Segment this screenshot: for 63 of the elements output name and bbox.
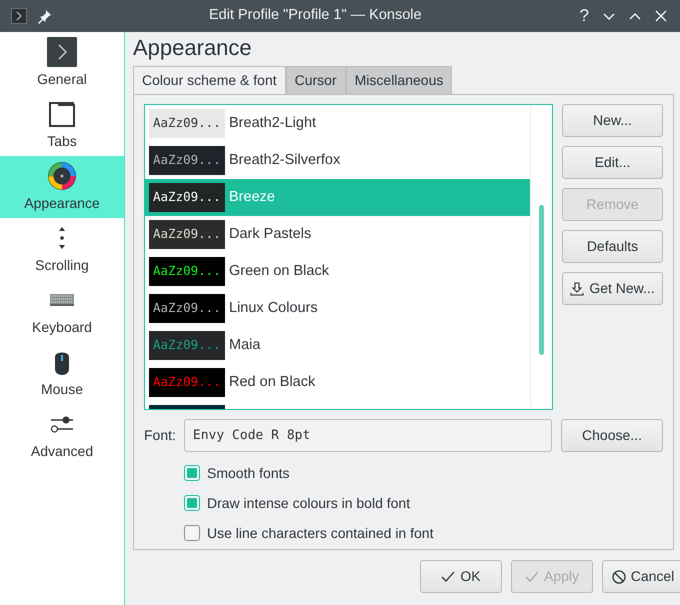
scheme-name: Green on Black [229,262,329,281]
scheme-preview: AaZz09... [149,294,225,323]
scrollbar-handle[interactable] [539,205,544,355]
checkmark-icon [441,570,456,584]
page-heading: Appearance [133,34,253,62]
download-icon [570,282,584,296]
terminal-icon [47,36,77,66]
scheme-name: Maia [229,336,260,355]
checkbox-label: Draw intense colours in bold font [207,494,410,512]
terminal-icon [11,8,27,24]
tab[interactable]: Miscellaneous [346,66,452,94]
dialog-button[interactable]: Cancel [602,560,680,593]
close-icon[interactable] [653,8,669,24]
checkbox[interactable] [184,525,200,541]
scheme-preview: AaZz09... [149,183,225,212]
scheme-preview: AaZz09... [149,331,225,360]
color-wheel-icon [47,160,77,190]
scheme-name: Breath2-Silverfox [229,150,340,170]
font-label: Font: [144,426,176,445]
checkbox-label: Use line characters contained in font [207,524,434,542]
sidebar-item[interactable]: Mouse [0,342,124,404]
scheme-row[interactable]: AaZz09... Dark Pastels [145,216,531,253]
window-title: Edit Profile "Profile 1" — Konsole [208,6,423,26]
checkbox-label: Smooth fonts [207,464,290,482]
scheme-name: Breeze [229,188,275,207]
sidebar-item[interactable]: Tabs [0,94,124,156]
scheme-row[interactable]: AaZz09... Red on Black [145,364,531,401]
scheme-row[interactable]: AaZz09... Breath2-Light [145,105,531,142]
scheme-name: Red on Black [229,372,316,392]
scheme-action-button[interactable]: Defaults [562,230,663,263]
scheme-preview: AaZz09... [149,257,225,286]
checkbox[interactable] [184,495,200,511]
scheme-name: Breath2-Light [229,114,316,133]
scheme-action-button[interactable]: Get New... [562,272,663,305]
scroll-arrows-icon [58,226,66,250]
scheme-preview: AaZz09... [149,146,225,175]
scheme-action-button[interactable]: Edit... [562,146,663,179]
scheme-preview: AaZz09... [149,368,225,397]
font-field[interactable]: Envy Code R 8pt [184,419,552,452]
dialog-button[interactable]: OK [420,560,502,593]
scheme-row[interactable]: AaZz09... Green on Black [145,253,531,290]
sidebar-item[interactable]: Keyboard [0,280,124,342]
pin-icon[interactable] [37,8,53,24]
scheme-preview: AaZz09... [149,109,225,138]
tab[interactable]: Cursor [286,66,346,94]
sidebar-item[interactable]: General [0,32,124,94]
scheme-preview: AaZz09... [149,220,225,249]
scheme-name: Linux Colours [229,298,318,318]
scheme-row[interactable]: AaZz09... Breeze [145,179,531,216]
scheme-row[interactable]: AaZz09... Maia [145,327,531,364]
tab[interactable]: Colour scheme & font [133,66,286,94]
checkmark-icon [524,570,539,584]
sidebar-item[interactable]: Appearance [0,156,124,218]
scheme-row[interactable]: AaZz09... Linux Colours [145,290,531,327]
checkbox[interactable] [184,465,200,481]
sidebar-item[interactable]: Scrolling [0,218,124,280]
scheme-action-button[interactable]: New... [562,104,663,137]
cancel-icon [612,570,626,584]
sidebar-item[interactable]: Advanced [0,404,124,466]
choose-button[interactable]: Choose... [561,419,663,452]
help-button[interactable]: ? [580,3,589,29]
scheme-name: Dark Pastels [229,224,312,244]
scheme-row[interactable]: AaZz09... Breath2-Silverfox [145,142,531,179]
